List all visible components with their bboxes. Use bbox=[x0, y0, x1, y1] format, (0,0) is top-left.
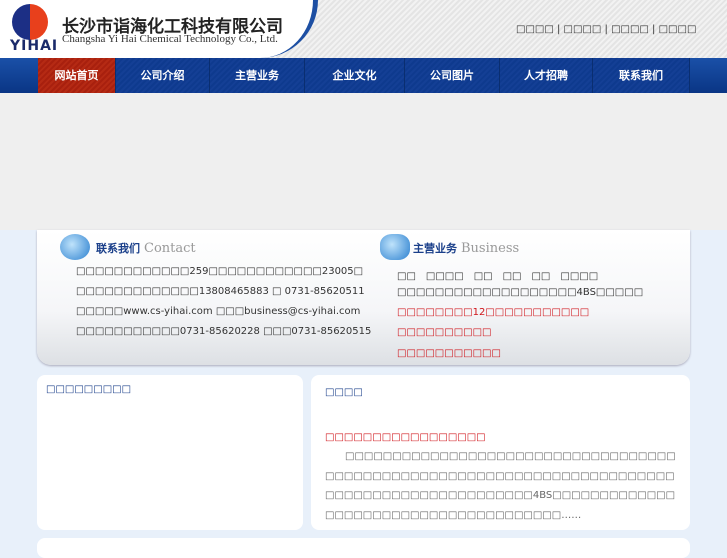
left-card: □□□□□□□□□ bbox=[37, 375, 303, 530]
top-link-3[interactable]: □□□□ bbox=[611, 24, 649, 35]
business-link[interactable]: □□□□□□□□□□□ bbox=[397, 348, 501, 359]
intro-paragraph: □□□□□□□□□□□□□□□□□□□□□□□□□□□□□□□□□□□□□□□□… bbox=[325, 451, 676, 521]
contact-title-cn: 联系我们 bbox=[96, 242, 140, 255]
gear-icon bbox=[380, 234, 410, 260]
top-links: □□□□ | □□□□ | □□□□ | □□□□ bbox=[516, 24, 697, 35]
business-link[interactable]: □□□□□□□□□□ bbox=[397, 327, 491, 338]
top-link-2[interactable]: □□□□ bbox=[564, 24, 602, 35]
company-name-en: Changsha Yi Hai Chemical Technology Co.,… bbox=[62, 33, 278, 45]
contact-line: □□□□□□□□□□□□□13808465883 □ 0731-85620511 bbox=[76, 286, 365, 297]
business-title-cn: 主营业务 bbox=[413, 242, 457, 255]
main-nav: 网站首页 公司介绍 主营业务 企业文化 公司图片 人才招聘 联系我们 bbox=[0, 58, 727, 93]
logo-word: YIHAI bbox=[10, 38, 59, 54]
nav-photos[interactable]: 公司图片 bbox=[405, 58, 500, 93]
business-line: □□□□□□□□□□□□□□□□□□□4BS□□□□□ bbox=[397, 287, 644, 298]
logo-area[interactable]: YIHAI 长沙市诣海化工科技有限公司 Changsha Yi Hai Chem… bbox=[0, 0, 318, 58]
info-panel: 联系我们 Contact □□□□□□□□□□□□259□□□□□□□□□□□□2… bbox=[37, 230, 690, 365]
nav-contact[interactable]: 联系我们 bbox=[593, 58, 690, 93]
top-link-4[interactable]: □□□□ bbox=[659, 24, 697, 35]
contact-title-en: Contact bbox=[144, 241, 196, 256]
business-line: □□ □□□□ □□ □□ □□ □□□□ bbox=[397, 271, 599, 282]
nav-home[interactable]: 网站首页 bbox=[38, 58, 116, 93]
business-title-en: Business bbox=[461, 241, 520, 256]
contact-line: □□□□□www.cs-yihai.com □□□business@cs-yih… bbox=[76, 306, 361, 317]
logo-icon bbox=[12, 4, 48, 40]
contact-icon bbox=[60, 234, 90, 260]
nav-culture[interactable]: 企业文化 bbox=[305, 58, 405, 93]
business-link[interactable]: □□□□□□□□12□□□□□□□□□□□ bbox=[397, 307, 589, 318]
intro-title: □□□□ bbox=[325, 387, 363, 398]
contact-line: □□□□□□□□□□□□259□□□□□□□□□□□□23005□ bbox=[76, 266, 364, 277]
banner bbox=[0, 93, 727, 230]
top-link-1[interactable]: □□□□ bbox=[516, 24, 554, 35]
nav-business[interactable]: 主营业务 bbox=[210, 58, 305, 93]
contact-title: 联系我们 Contact bbox=[96, 240, 196, 256]
nav-jobs[interactable]: 人才招聘 bbox=[500, 58, 593, 93]
company-intro-card: □□□□ □□□□□□□□□□□□□□□□□ □□□□□□□□□□□□□□□□□… bbox=[311, 375, 690, 530]
intro-headline[interactable]: □□□□□□□□□□□□□□□□□ bbox=[325, 432, 486, 443]
nav-about[interactable]: 公司介绍 bbox=[116, 58, 210, 93]
left-card-title: □□□□□□□□□ bbox=[46, 384, 132, 395]
bottom-card bbox=[37, 538, 690, 558]
contact-line: □□□□□□□□□□□0731-85620228 □□□0731-8562051… bbox=[76, 326, 372, 337]
header: YIHAI 长沙市诣海化工科技有限公司 Changsha Yi Hai Chem… bbox=[0, 0, 727, 58]
business-title: 主营业务 Business bbox=[413, 240, 519, 256]
